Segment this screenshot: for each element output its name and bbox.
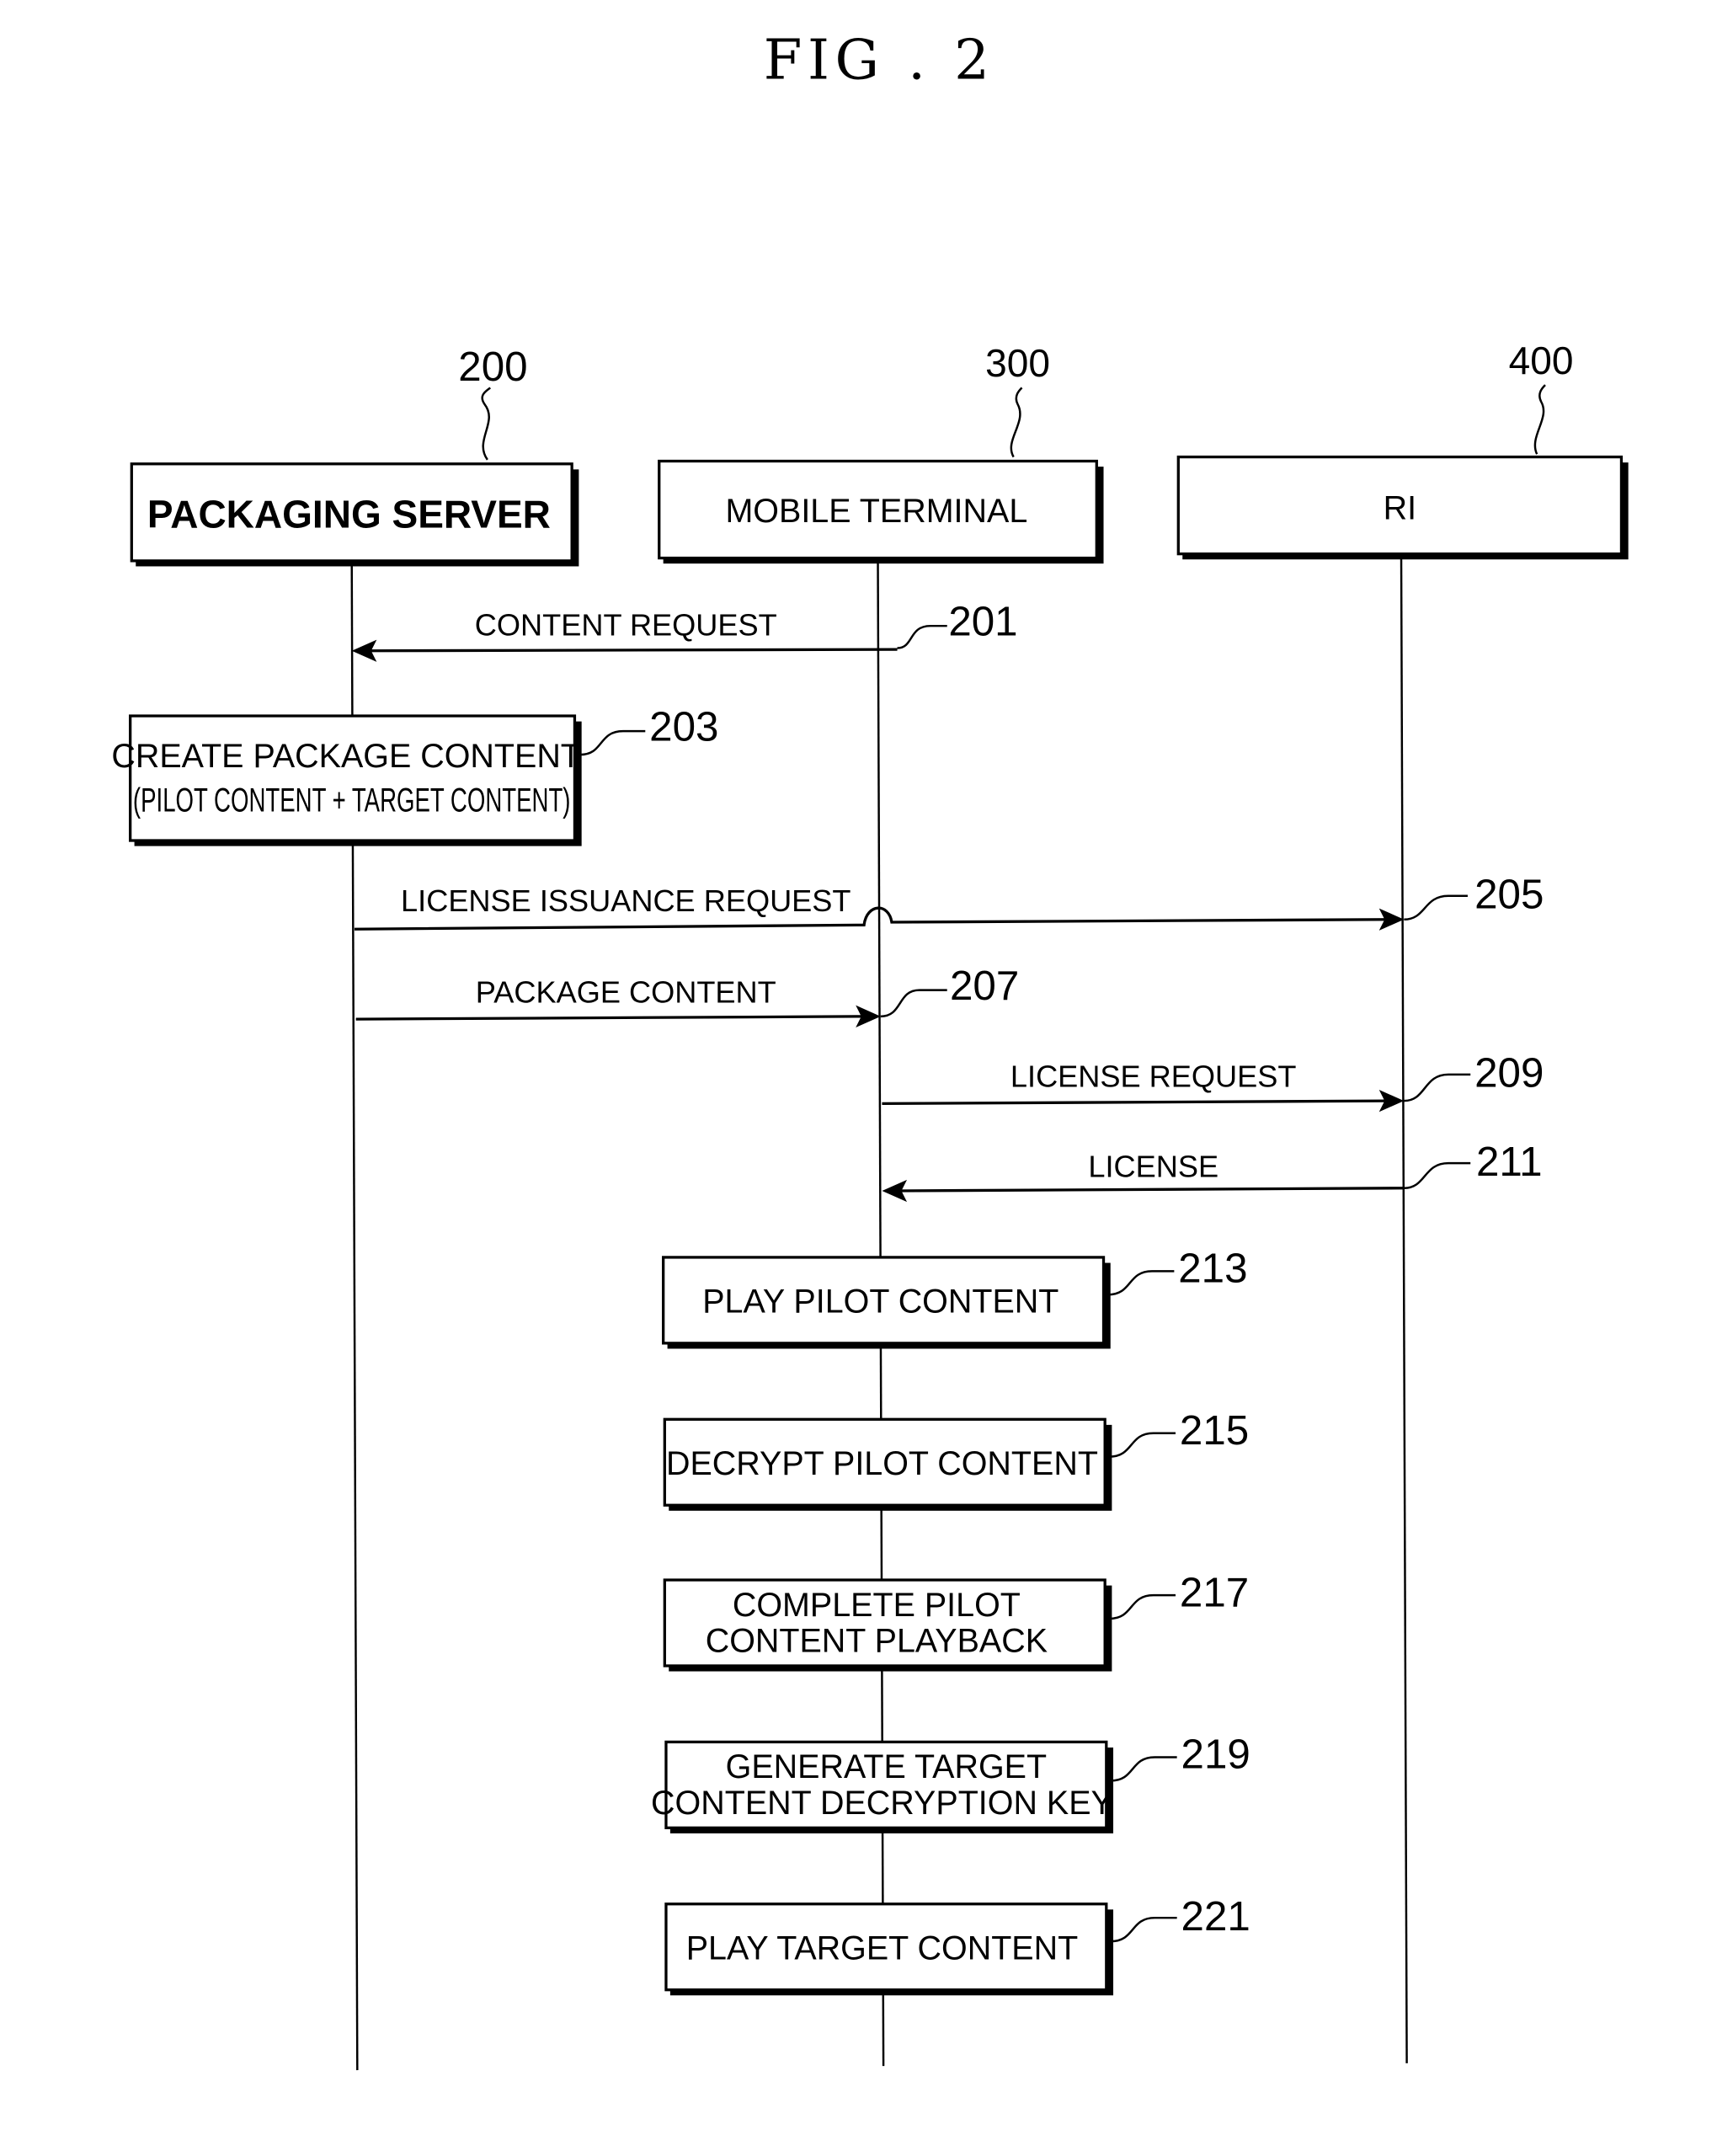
arrow-line	[894, 1187, 1405, 1193]
ref-300: 300	[985, 341, 1050, 385]
mobile-terminal-label: MOBILE TERMINAL	[725, 493, 1027, 530]
step-create-package-content: CREATE PACKAGE CONTENT (PILOT CONTENT + …	[111, 704, 718, 846]
entity-packaging-server: 200 PACKAGING SERVER	[130, 344, 579, 567]
leader-line-221	[1110, 1916, 1177, 1943]
leader-line-213	[1107, 1270, 1175, 1296]
leader-line-219	[1110, 1756, 1177, 1782]
step-complete-pilot-content-playback: COMPLETE PILOT CONTENT PLAYBACK 217	[663, 1569, 1249, 1672]
arrow-line	[882, 1099, 1390, 1106]
packaging-server-label: PACKAGING SERVER	[147, 492, 551, 536]
step-line-2: (PILOT CONTENT + TARGET CONTENT)	[133, 782, 571, 819]
ref-219: 219	[1181, 1732, 1250, 1778]
step-play-pilot-content: PLAY PILOT CONTENT 213	[662, 1246, 1248, 1349]
step-play-target-content: PLAY TARGET CONTENT 221	[664, 1893, 1250, 1996]
arrow-line	[362, 648, 898, 653]
ref-205: 205	[1474, 872, 1544, 918]
leader-line-205	[1404, 894, 1468, 921]
leader-line-201	[897, 624, 947, 649]
ref-211: 211	[1476, 1139, 1543, 1185]
step-decrypt-pilot-content: DECRYPT PILOT CONTENT 215	[663, 1407, 1249, 1511]
step-line-1: PLAY PILOT CONTENT	[702, 1283, 1058, 1321]
step-line-2: CONTENT PLAYBACK	[706, 1623, 1048, 1660]
entity-mobile-terminal: 300 MOBILE TERMINAL	[658, 341, 1104, 564]
ref-213: 213	[1178, 1246, 1247, 1292]
ref-215: 215	[1180, 1407, 1249, 1454]
ri-label: RI	[1384, 490, 1416, 527]
step-line-1: PLAY TARGET CONTENT	[686, 1930, 1079, 1967]
message-license-issuance-request: LICENSE ISSUANCE REQUEST 205	[355, 872, 1544, 931]
leader-line-400	[1533, 384, 1546, 455]
message-label: LICENSE REQUEST	[1010, 1059, 1297, 1094]
message-package-content: PACKAGE CONTENT 207	[355, 963, 1019, 1027]
step-generate-target-content-decryption-key: GENERATE TARGET CONTENT DECRYPTION KEY 2…	[651, 1732, 1250, 1833]
entity-ri: 400 RI	[1176, 339, 1629, 560]
figure-title: FIG . 2	[764, 28, 995, 93]
leader-line-209	[1404, 1073, 1471, 1102]
ref-217: 217	[1180, 1569, 1249, 1615]
message-label: LICENSE ISSUANCE REQUEST	[401, 883, 851, 918]
ref-207: 207	[950, 963, 1019, 1009]
ref-201: 201	[948, 599, 1017, 645]
ref-203: 203	[649, 704, 718, 750]
leader-line-217	[1109, 1593, 1176, 1620]
leader-line-300	[1010, 387, 1023, 458]
sequence-diagram: FIG . 2 200 PACKAGING SERVER 300 MOBILE …	[111, 28, 1629, 2071]
message-label: LICENSE	[1088, 1150, 1218, 1184]
ref-200: 200	[458, 344, 527, 390]
leader-line-200	[481, 387, 492, 461]
leader-line-203	[579, 729, 646, 756]
lifeline-ri	[1400, 558, 1408, 2063]
message-license-request: LICENSE REQUEST 209	[882, 1050, 1544, 1113]
ref-400: 400	[1509, 339, 1574, 382]
step-line-2: CONTENT DECRYPTION KEY	[651, 1785, 1113, 1822]
ref-209: 209	[1474, 1050, 1544, 1097]
ref-221: 221	[1181, 1893, 1250, 1940]
leader-line-215	[1109, 1432, 1176, 1458]
message-label: PACKAGE CONTENT	[476, 974, 776, 1009]
message-license: LICENSE 211	[882, 1139, 1543, 1203]
step-line-1: COMPLETE PILOT	[733, 1587, 1021, 1624]
leader-line-207	[880, 989, 947, 1018]
arrow-line	[355, 1015, 867, 1021]
step-line-1: CREATE PACKAGE CONTENT	[111, 738, 581, 775]
step-box	[129, 714, 577, 842]
leader-line-211	[1404, 1161, 1471, 1189]
step-line-1: GENERATE TARGET	[726, 1748, 1047, 1785]
step-line-1: DECRYPT PILOT CONTENT	[666, 1445, 1098, 1482]
message-label: CONTENT REQUEST	[475, 608, 777, 643]
message-content-request: CONTENT REQUEST 201	[351, 599, 1018, 662]
